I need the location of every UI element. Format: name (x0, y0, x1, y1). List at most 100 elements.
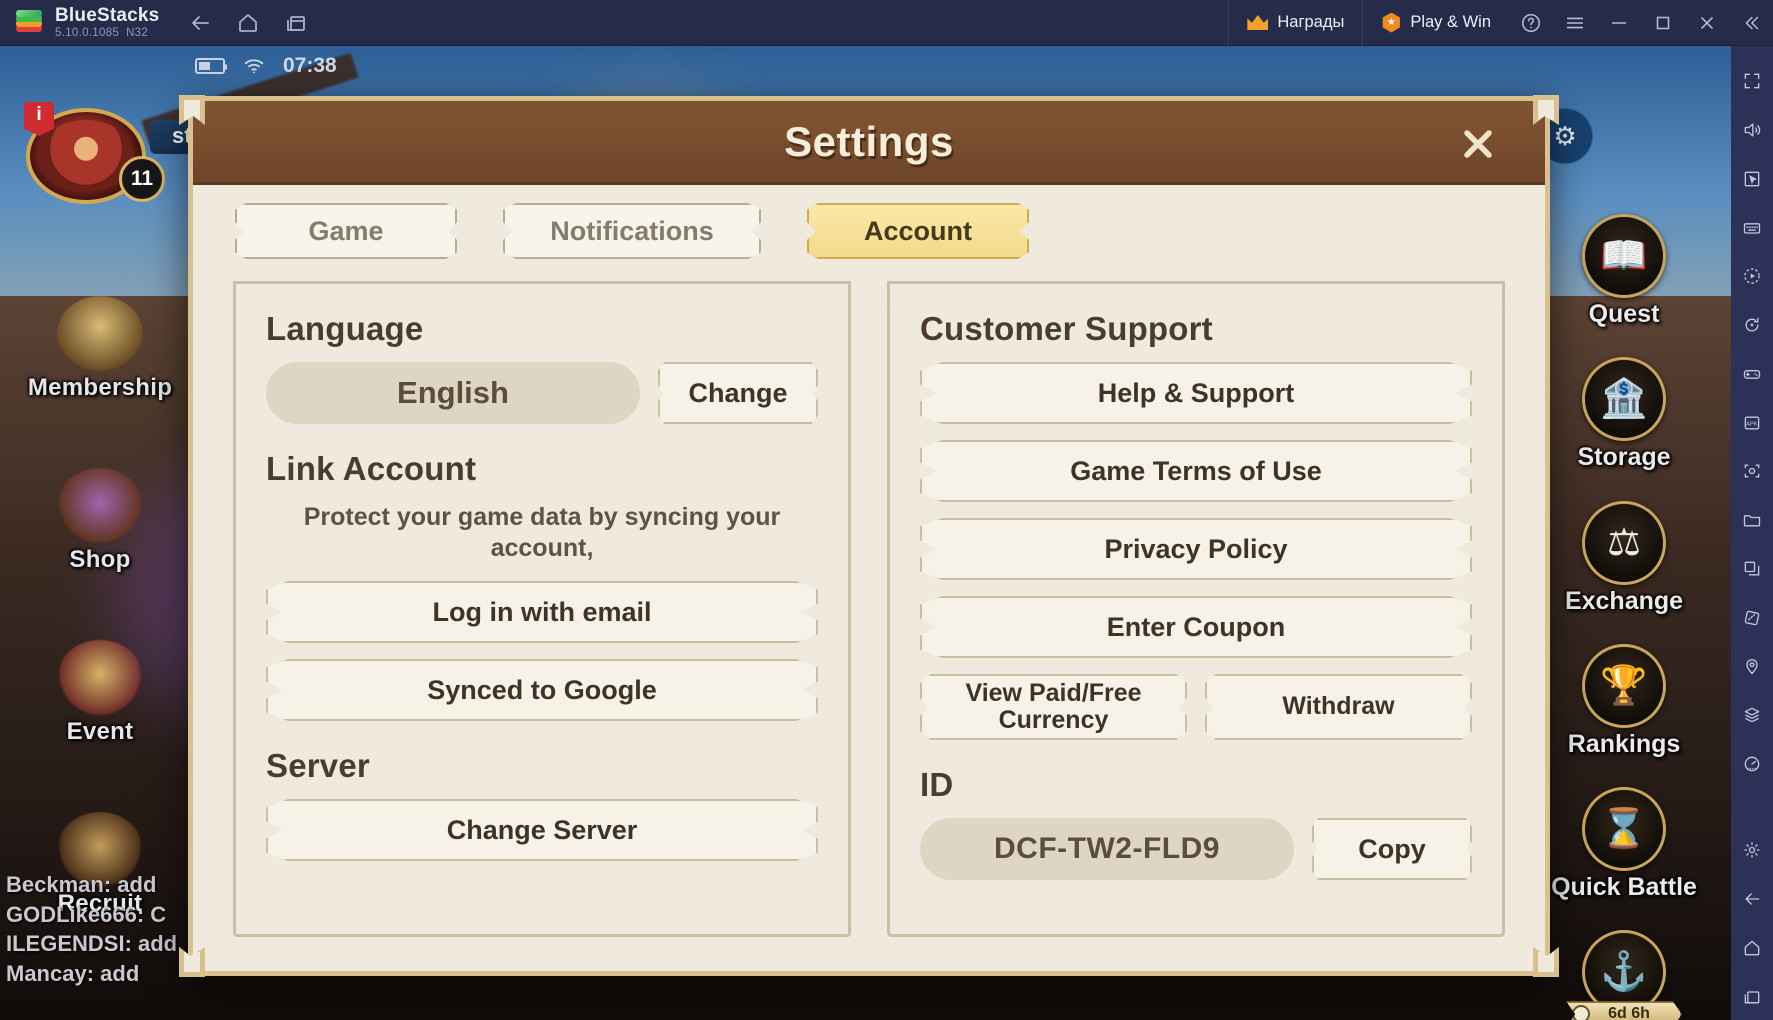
exchange-icon: ⚖ (1582, 500, 1666, 585)
recents-icon[interactable] (1731, 973, 1773, 1020)
dialog-corner-ornament (1533, 95, 1559, 125)
game-terms-of-use-button[interactable]: Game Terms of Use (920, 440, 1472, 502)
settings-tabs: Game Notifications Account (193, 185, 1545, 277)
home-icon[interactable] (1731, 925, 1773, 972)
account-left-pane: Language English Change Link Account Pro… (233, 281, 851, 937)
rewards-button[interactable]: Награды (1228, 0, 1362, 46)
copy-id-button[interactable]: Copy (1312, 818, 1472, 880)
player-id-value: DCF-TW2-FLD9 (920, 818, 1294, 880)
star-badge-icon (1382, 12, 1400, 33)
tab-game[interactable]: Game (235, 203, 457, 259)
left-menu-label: Shop (69, 546, 131, 573)
language-section-title: Language (266, 310, 424, 347)
language-row: English Change (266, 362, 818, 424)
dialog-header: Settings (193, 101, 1545, 185)
event-icon (57, 640, 143, 716)
install-apk-icon[interactable]: APK (1731, 399, 1773, 446)
player-avatar-block[interactable]: i 11 (14, 102, 165, 208)
rotate-icon[interactable] (1731, 302, 1773, 349)
link-account-hint: Protect your game data by syncing your a… (303, 503, 781, 562)
volume-icon[interactable] (1731, 107, 1773, 154)
id-row: DCF-TW2-FLD9 Copy (920, 818, 1472, 880)
minimize-icon[interactable] (1597, 0, 1641, 46)
right-menu-item-quick-battle[interactable]: ⌛ Quick Battle (1529, 787, 1719, 900)
app-title-block: BlueStacks 5.10.0.1085 N32 (55, 6, 159, 39)
help-icon[interactable] (1509, 0, 1553, 46)
app-version: 5.10.0.1085 (55, 26, 120, 39)
left-menu-item[interactable]: Membership (20, 296, 180, 402)
right-menu-label: Storage (1577, 443, 1671, 472)
close-icon[interactable] (1451, 117, 1505, 171)
left-menu-item[interactable]: Event (20, 640, 180, 746)
game-right-menu: 📖 Quest 🏦 Storage ⚖ Exchange 🏆 Rankings … (1529, 214, 1719, 1020)
battery-icon (195, 58, 227, 74)
game-clock: 07:38 (283, 54, 337, 77)
tab-label: Game (308, 215, 384, 246)
shake-icon[interactable] (1731, 594, 1773, 641)
treasure-hunt-timer: 6d 6h (1566, 1001, 1682, 1020)
account-right-pane: Customer Support Help & Support Game Ter… (887, 281, 1505, 937)
timer-value: 6d 6h (1608, 1005, 1650, 1020)
cursor-icon[interactable] (1731, 156, 1773, 203)
maximize-icon[interactable] (1641, 0, 1685, 46)
right-menu-label: Quest (1588, 300, 1660, 328)
membership-icon (57, 296, 143, 372)
rankings-icon: 🏆 (1582, 643, 1666, 728)
keymap-icon[interactable] (1731, 204, 1773, 251)
location-icon[interactable] (1731, 643, 1773, 690)
dialog-corner-ornament (179, 95, 205, 125)
enter-coupon-button[interactable]: Enter Coupon (920, 596, 1472, 658)
settings-dialog: Settings Game Notifications Account Lang… (179, 95, 1559, 977)
shop-icon (57, 468, 143, 544)
withdraw-button[interactable]: Withdraw (1205, 674, 1472, 740)
change-server-button[interactable]: Change Server (266, 799, 818, 861)
left-menu-label: Event (66, 718, 134, 745)
storage-icon: 🏦 (1582, 357, 1666, 442)
login-with-email-button[interactable]: Log in with email (266, 581, 818, 643)
right-menu-item-exchange[interactable]: ⚖ Exchange (1529, 500, 1719, 615)
right-menu-item-rankings[interactable]: 🏆 Rankings (1529, 643, 1719, 758)
right-menu-label: Exchange (1564, 586, 1684, 615)
tab-account[interactable]: Account (807, 203, 1029, 259)
titlebar-nav-group (187, 10, 309, 36)
multi-instance-icon[interactable] (283, 10, 309, 36)
macro-play-icon[interactable] (1731, 253, 1773, 300)
layers-icon[interactable] (1731, 692, 1773, 739)
privacy-policy-button[interactable]: Privacy Policy (920, 518, 1472, 580)
player-level-badge: 11 (119, 156, 165, 202)
gamepad-icon[interactable] (1731, 351, 1773, 398)
synced-to-google-button[interactable]: Synced to Google (266, 659, 818, 721)
screenshot-icon[interactable] (1731, 448, 1773, 495)
bluestacks-logo-icon (14, 8, 44, 38)
eco-mode-icon[interactable] (1731, 741, 1773, 788)
bluestacks-side-toolbar: APK (1731, 46, 1773, 1020)
play-and-win-button[interactable]: Play & Win (1362, 0, 1509, 46)
media-folder-icon[interactable] (1731, 497, 1773, 544)
settings-icon[interactable] (1731, 827, 1773, 874)
fullscreen-icon[interactable] (1731, 58, 1773, 105)
tab-notifications[interactable]: Notifications (503, 203, 761, 259)
dialog-corner-ornament (179, 947, 205, 977)
right-menu-item-quest[interactable]: 📖 Quest (1529, 214, 1719, 327)
left-menu-item[interactable]: Shop (20, 468, 180, 574)
customer-support-section-title: Customer Support (920, 310, 1213, 347)
play-and-win-label: Play & Win (1410, 13, 1491, 31)
collapse-icon[interactable] (1729, 0, 1773, 46)
home-icon[interactable] (235, 10, 261, 36)
change-language-button[interactable]: Change (658, 362, 818, 424)
currency-actions-row: View Paid/Free Currency Withdraw (920, 674, 1472, 740)
tab-label: Notifications (550, 215, 714, 246)
back-icon[interactable] (1731, 876, 1773, 923)
help-and-support-button[interactable]: Help & Support (920, 362, 1472, 424)
id-section-title: ID (920, 766, 954, 803)
back-icon[interactable] (187, 10, 213, 36)
right-menu-label: Rankings (1567, 729, 1681, 758)
window-controls (1509, 0, 1773, 46)
close-icon[interactable] (1685, 0, 1729, 46)
game-status-bar: 07:38 (195, 54, 337, 78)
copy-window-icon[interactable] (1731, 546, 1773, 593)
menu-icon[interactable] (1553, 0, 1597, 46)
view-paid-free-currency-button[interactable]: View Paid/Free Currency (920, 674, 1187, 740)
crown-icon (1247, 15, 1269, 30)
right-menu-item-storage[interactable]: 🏦 Storage (1529, 357, 1719, 472)
